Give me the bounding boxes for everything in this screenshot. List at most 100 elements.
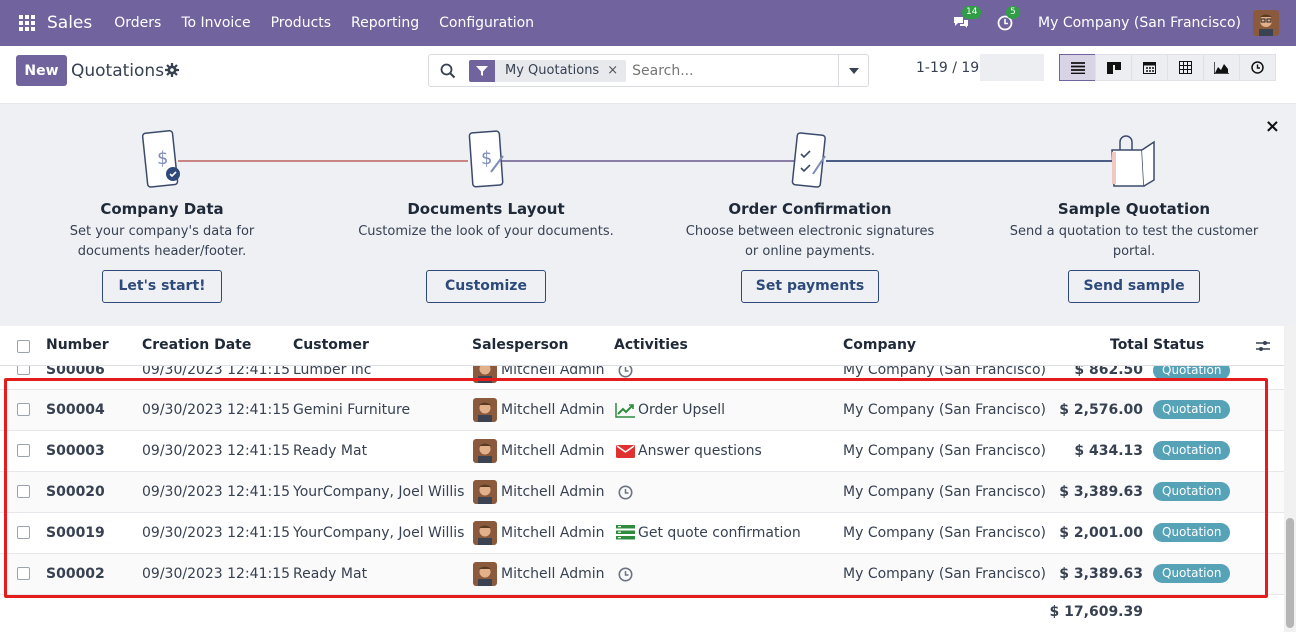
row-date: 09/30/2023 12:41:15 (142, 402, 291, 418)
row-activity[interactable]: Answer questions (638, 443, 762, 459)
pivot-view-button[interactable] (1167, 54, 1204, 81)
calendar-view-button[interactable] (1131, 54, 1168, 81)
menu-configuration[interactable]: Configuration (439, 15, 534, 31)
table-row[interactable]: S00003 09/30/2023 12:41:15 Ready Mat Mit… (0, 431, 1284, 472)
column-total[interactable]: Total (1110, 337, 1148, 353)
row-total: $ 434.13 (1074, 443, 1143, 459)
upsell-icon[interactable] (615, 402, 636, 418)
pager-next-button[interactable] (1012, 54, 1044, 81)
column-status[interactable]: Status (1153, 337, 1204, 353)
status-badge: Quotation (1153, 482, 1231, 501)
select-all-checkbox[interactable] (17, 340, 30, 353)
user-avatar[interactable] (1253, 10, 1279, 36)
new-button[interactable]: New (16, 55, 67, 86)
app-brand[interactable]: Sales (47, 13, 92, 33)
clock-icon[interactable] (618, 567, 633, 582)
page-title: Quotations (71, 61, 165, 81)
row-date: 09/30/2023 12:41:15 (142, 443, 291, 459)
column-activities[interactable]: Activities (614, 337, 688, 353)
column-salesperson[interactable]: Salesperson (472, 337, 569, 353)
column-creation-date[interactable]: Creation Date (142, 337, 251, 353)
graph-view-button[interactable] (1203, 54, 1240, 81)
step-order-confirmation: Order Confirmation Choose between electr… (680, 104, 940, 303)
row-customer: YourCompany, Joel Willis (293, 525, 465, 541)
send-sample-button[interactable]: Send sample (1068, 270, 1200, 303)
clock-icon[interactable] (618, 485, 633, 500)
menu-products[interactable]: Products (271, 15, 331, 31)
lets-start-button[interactable]: Let's start! (102, 270, 222, 303)
pager-value[interactable]: 1-19 / 19 (916, 60, 979, 76)
apps-menu-icon[interactable] (19, 15, 35, 31)
messages-button[interactable]: 14 (950, 6, 982, 34)
column-company[interactable]: Company (843, 337, 916, 353)
row-salesperson: Mitchell Admin (501, 443, 605, 459)
todo-icon[interactable] (616, 525, 635, 540)
row-activity[interactable]: Order Upsell (638, 402, 725, 418)
top-navbar: Sales Orders To Invoice Products Reporti… (0, 0, 1296, 46)
search-input[interactable] (632, 58, 848, 83)
filter-facet: My Quotations × (469, 59, 627, 82)
menu-to-invoice[interactable]: To Invoice (181, 15, 250, 31)
email-icon[interactable] (616, 445, 635, 458)
list-view-button[interactable] (1059, 54, 1096, 81)
status-badge: Quotation (1153, 523, 1231, 542)
quotations-list: Number Creation Date Customer Salesperso… (0, 326, 1296, 632)
pager-previous-button[interactable] (980, 54, 1012, 81)
table-row[interactable]: S00004 09/30/2023 12:41:15 Gemini Furnit… (0, 390, 1284, 431)
invoice-illustration-icon: $ (32, 104, 292, 200)
row-checkbox[interactable] (17, 403, 30, 416)
step-company-data: $ Company Data Set your company's data f… (32, 104, 292, 303)
row-company: My Company (San Francisco) (843, 566, 1046, 582)
gear-icon[interactable] (165, 63, 179, 77)
set-payments-button[interactable]: Set payments (741, 270, 879, 303)
messages-badge: 14 (962, 6, 982, 19)
calendar-icon (1143, 62, 1156, 74)
remove-facet-icon[interactable]: × (607, 63, 626, 78)
row-checkbox[interactable] (17, 567, 30, 580)
optional-columns-icon[interactable] (1256, 340, 1270, 352)
salesperson-avatar (473, 521, 497, 545)
row-total: $ 2,001.00 (1059, 525, 1143, 541)
menu-orders[interactable]: Orders (114, 15, 161, 31)
scrollbar-thumb[interactable] (1286, 518, 1294, 628)
company-switcher[interactable]: My Company (San Francisco) (1038, 15, 1241, 31)
row-number: S00019 (46, 525, 105, 541)
activity-view-button[interactable] (1239, 54, 1276, 81)
step-sample-quotation: Sample Quotation Send a quotation to tes… (1004, 104, 1264, 303)
column-customer[interactable]: Customer (293, 337, 369, 353)
customize-button[interactable]: Customize (426, 270, 546, 303)
control-panel: New Quotations My Quotations × 1-19 / 19 (0, 46, 1296, 104)
row-activity[interactable]: Get quote confirmation (638, 525, 801, 541)
row-company: My Company (San Francisco) (843, 525, 1046, 541)
salesperson-avatar (473, 398, 497, 422)
status-badge: Quotation (1153, 441, 1231, 460)
row-checkbox[interactable] (17, 444, 30, 457)
table-row[interactable]: S00002 09/30/2023 12:41:15 Ready Mat Mit… (0, 554, 1284, 595)
step-documents-layout: $ Documents Layout Customize the look of… (356, 104, 616, 303)
row-customer: Gemini Furniture (293, 402, 411, 418)
search-bar: My Quotations × (428, 54, 869, 87)
svg-text:$: $ (157, 148, 168, 169)
kanban-view-button[interactable] (1095, 54, 1132, 81)
row-checkbox[interactable] (17, 485, 30, 498)
filter-icon (469, 59, 495, 82)
list-icon (1070, 61, 1085, 74)
close-icon[interactable]: × (1265, 116, 1280, 137)
menu-reporting[interactable]: Reporting (351, 15, 419, 31)
activities-button[interactable]: 5 (994, 6, 1020, 34)
row-checkbox[interactable] (17, 526, 30, 539)
row-company: My Company (San Francisco) (843, 443, 1046, 459)
table-row[interactable]: S00020 09/30/2023 12:41:15 YourCompany, … (0, 472, 1284, 513)
column-number[interactable]: Number (46, 337, 109, 353)
list-scrollbar[interactable] (1284, 326, 1296, 632)
table-footer: $ 17,609.39 (0, 596, 1284, 632)
row-customer: YourCompany, Joel Willis (293, 484, 465, 500)
view-switcher (1059, 54, 1276, 81)
status-badge: Quotation (1153, 400, 1231, 419)
row-customer: Ready Mat (293, 443, 368, 459)
caret-down-icon (848, 67, 859, 74)
step-title: Sample Quotation (1057, 200, 1211, 218)
row-date: 09/30/2023 12:41:15 (142, 566, 291, 582)
search-options-toggle[interactable] (838, 55, 868, 86)
table-row[interactable]: S00019 09/30/2023 12:41:15 YourCompany, … (0, 513, 1284, 554)
